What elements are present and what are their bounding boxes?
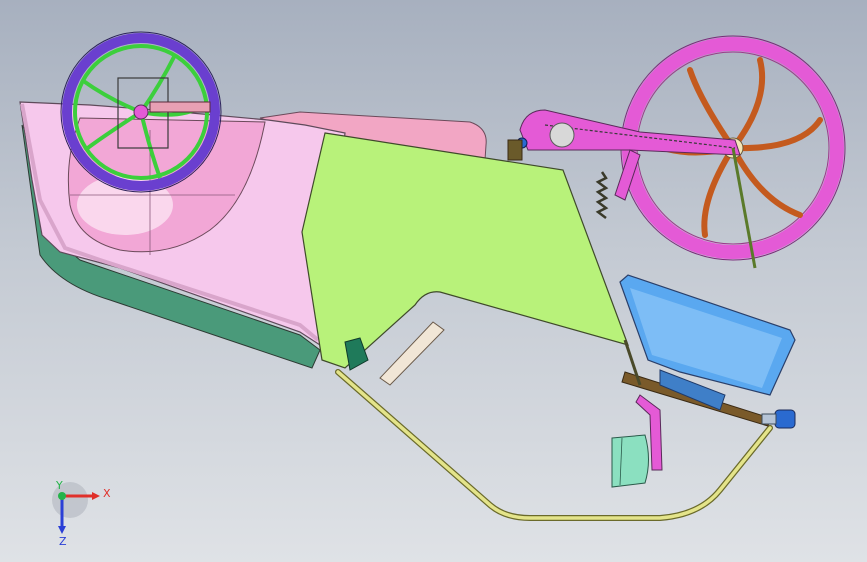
- cad-viewport[interactable]: X Y Z: [0, 0, 867, 562]
- axis-triad: X Y Z: [52, 479, 111, 548]
- suspension-spring[interactable]: [595, 171, 609, 219]
- foot-block[interactable]: [611, 434, 649, 488]
- pedal[interactable]: [379, 321, 445, 386]
- sprocket: [549, 122, 575, 148]
- knob-stem: [761, 413, 777, 425]
- side-panel[interactable]: [301, 132, 629, 369]
- axis-x-label: X: [103, 487, 111, 500]
- rear-bracket: [507, 139, 523, 161]
- assembly-model[interactable]: X Y Z: [0, 0, 867, 562]
- axis-z-label: Z: [59, 535, 67, 548]
- front-fork: [149, 101, 211, 113]
- knob-body[interactable]: [774, 409, 796, 429]
- axis-y-label: Y: [55, 479, 63, 492]
